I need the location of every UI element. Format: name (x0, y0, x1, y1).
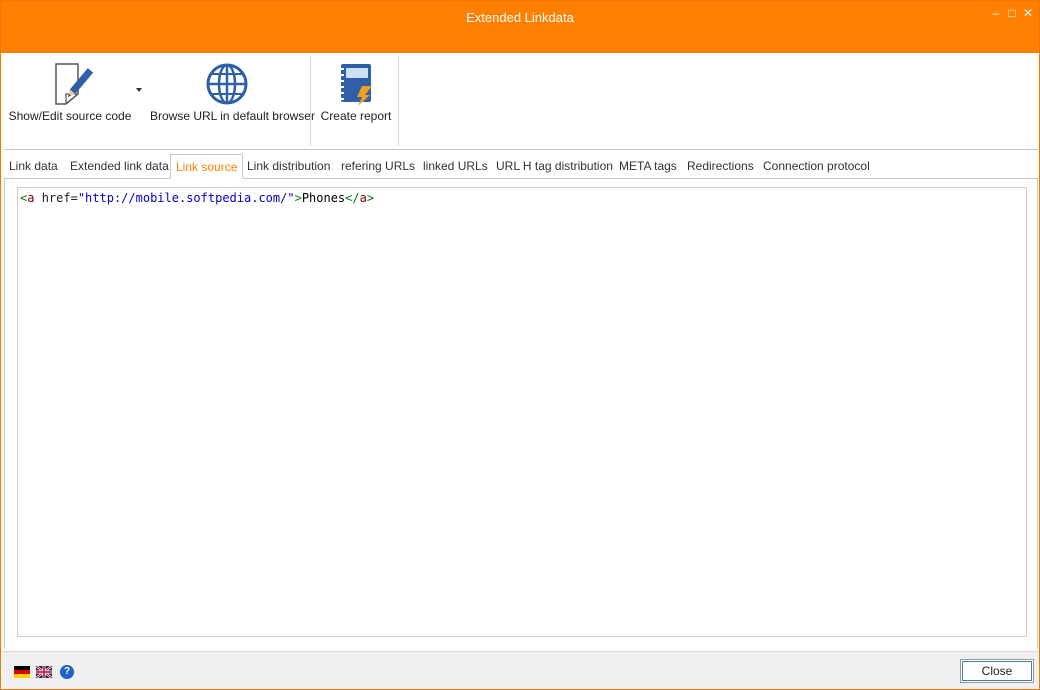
tab-refering-urls[interactable]: refering URLs (336, 154, 420, 179)
tab-url-h-tag-distribution[interactable]: URL H tag distribution (491, 154, 618, 179)
tab-link-source[interactable]: Link source (170, 154, 244, 179)
create-report-button[interactable]: Create report (316, 54, 396, 148)
ribbon-separator (398, 56, 399, 146)
maximize-button[interactable]: □ (1005, 5, 1019, 21)
tab-meta-tags[interactable]: META tags (614, 154, 682, 179)
german-flag-icon[interactable] (14, 666, 30, 678)
source-code-editor[interactable]: <a href="http://mobile.softpedia.com/">P… (17, 187, 1027, 637)
close-button[interactable]: Close (960, 659, 1034, 683)
code-token: Phones (301, 191, 346, 205)
browse-url-label: Browse URL in default browser (150, 109, 315, 123)
tab-redirections[interactable]: Redirections (682, 154, 759, 179)
tab-extended-link-data[interactable]: Extended link data (65, 154, 174, 179)
browse-url-button[interactable]: Browse URL in default browser (150, 54, 315, 148)
report-notebook-icon (338, 64, 372, 106)
window-title: Extended Linkdata (466, 10, 574, 25)
dropdown-arrow-icon[interactable] (136, 88, 142, 92)
minimize-button[interactable]: ‒ (989, 5, 1003, 21)
status-bar: ? Close (2, 651, 1038, 689)
uk-flag-icon[interactable] (36, 666, 52, 678)
close-window-button[interactable]: ✕ (1021, 5, 1035, 21)
tab-link-distribution[interactable]: Link distribution (242, 154, 335, 179)
edit-document-icon (55, 63, 94, 105)
tab-content-panel: <a href="http://mobile.softpedia.com/">P… (4, 179, 1038, 649)
show-edit-source-button[interactable]: Show/Edit source code (6, 54, 134, 148)
tab-link-data[interactable]: Link data (4, 154, 63, 179)
application-window: Extended Linkdata ‒ □ ✕ Show/Edit source… (0, 0, 1040, 690)
ribbon-toolbar: Show/Edit source code Browse URL in defa… (4, 54, 1038, 150)
tab-linked-urls[interactable]: linked URLs (418, 154, 493, 179)
create-report-label: Create report (320, 109, 392, 123)
globe-icon (206, 63, 248, 105)
code-token: > (294, 191, 302, 205)
help-icon[interactable]: ? (60, 665, 74, 679)
code-token: a (359, 191, 367, 205)
window-controls: ‒ □ ✕ (989, 5, 1035, 21)
code-token: > (366, 191, 375, 205)
tab-connection-protocol[interactable]: Connection protocol (758, 154, 875, 179)
ribbon-separator (310, 56, 311, 146)
code-token: "http://mobile.softpedia.com/" (77, 191, 295, 205)
code-token: href= (34, 191, 78, 205)
tab-strip: Link data Extended link data Link source… (4, 151, 1038, 179)
show-edit-source-label: Show/Edit source code (8, 109, 132, 123)
title-bar[interactable]: Extended Linkdata ‒ □ ✕ (1, 1, 1039, 53)
code-token: </ (345, 191, 360, 205)
